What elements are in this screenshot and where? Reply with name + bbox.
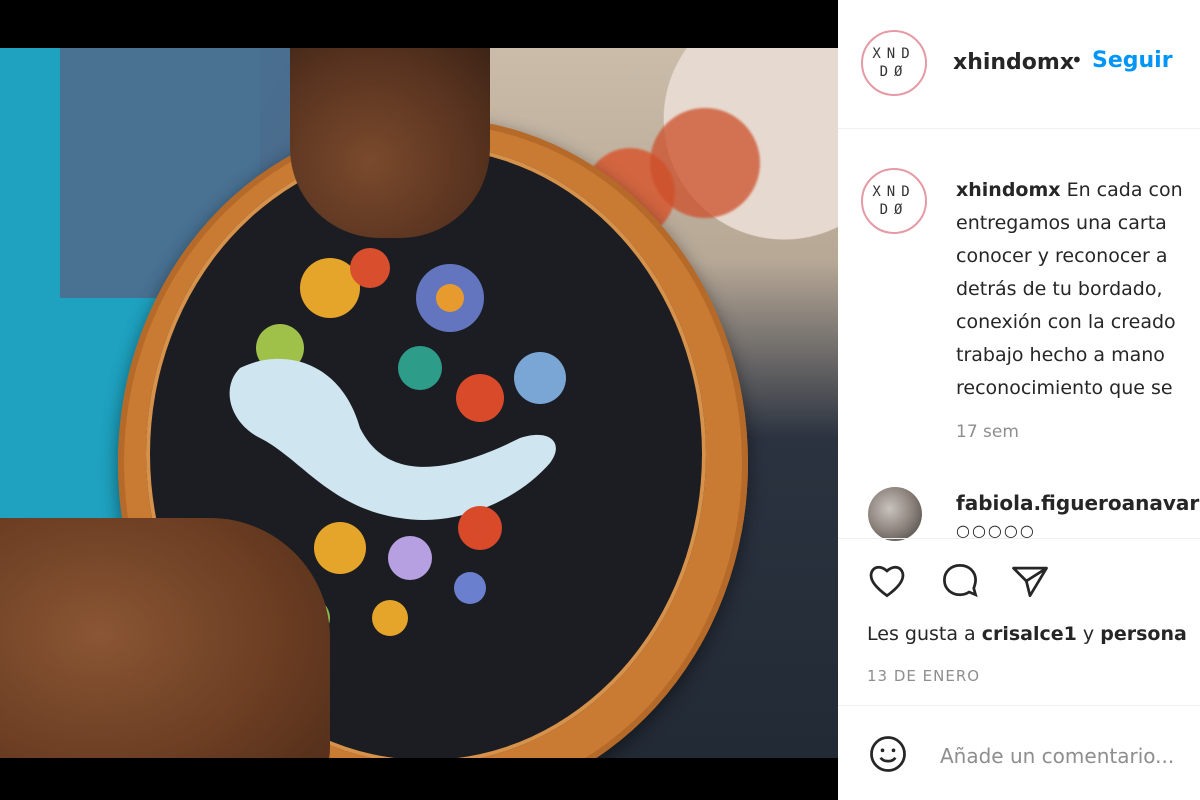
profile-avatar[interactable]: XND DØ	[861, 30, 927, 96]
comment-input[interactable]	[938, 740, 1200, 772]
orange-ball	[650, 108, 760, 218]
post-caption: xhindomx En cada con entregamos una cart…	[956, 174, 1200, 405]
caption-username[interactable]: xhindomx	[956, 179, 1061, 201]
post-sidebar: XND DØ xhindomx • Seguir XND DØ xhindomx…	[838, 0, 1200, 800]
separator-dot: •	[1071, 48, 1083, 72]
caption-line: conexión con la creado	[956, 311, 1176, 333]
add-comment-bar	[838, 705, 1200, 800]
caption-line: conocer y reconocer a	[956, 245, 1168, 267]
likes-summary: Les gusta a crisalce1 y persona	[867, 623, 1187, 645]
caption-avatar[interactable]: XND DØ	[861, 168, 927, 234]
avatar-logo: XND DØ	[863, 170, 925, 232]
comment-icon[interactable]	[938, 559, 982, 603]
likes-prefix: Les gusta a	[867, 623, 976, 645]
post-date: 13 DE ENERO	[867, 667, 981, 685]
avatar-logo-top: XND	[872, 46, 916, 62]
commenter-avatar[interactable]	[868, 487, 922, 541]
avatar-logo: XND DØ	[863, 32, 925, 94]
follow-button[interactable]: Seguir	[1092, 48, 1173, 73]
share-icon[interactable]	[1008, 559, 1052, 603]
hand	[0, 518, 330, 758]
comment-item: fabiola.figueroanavarr ○○○○○	[838, 485, 1200, 541]
emoji-icon[interactable]	[866, 732, 910, 776]
caption-line: detrás de tu bordado,	[956, 278, 1163, 300]
username-link[interactable]: xhindomx	[953, 50, 1074, 75]
avatar-logo-bottom: DØ	[879, 202, 909, 218]
post-photo[interactable]	[0, 48, 838, 758]
liker-username[interactable]: crisalce1	[982, 623, 1077, 645]
post-actions: Les gusta a crisalce1 y persona 13 DE EN…	[838, 538, 1200, 705]
caption-line: entregamos una carta	[956, 212, 1167, 234]
hand-thumb	[290, 48, 490, 238]
caption-line: reconocimiento que se	[956, 377, 1173, 399]
commenter-username[interactable]: fabiola.figueroanavarr	[956, 491, 1200, 515]
avatar-logo-bottom: DØ	[879, 64, 909, 80]
post-image-area	[0, 0, 838, 800]
heart-icon[interactable]	[865, 559, 909, 603]
likes-conj: y	[1082, 623, 1095, 645]
post-time[interactable]: 17 sem	[956, 422, 1019, 442]
caption-line: En cada con	[1066, 179, 1183, 201]
avatar-logo-top: XND	[872, 184, 916, 200]
post-header: XND DØ xhindomx • Seguir	[838, 0, 1200, 129]
likes-others-link[interactable]: persona	[1100, 623, 1187, 645]
caption-line: trabajo hecho a mano	[956, 344, 1165, 366]
